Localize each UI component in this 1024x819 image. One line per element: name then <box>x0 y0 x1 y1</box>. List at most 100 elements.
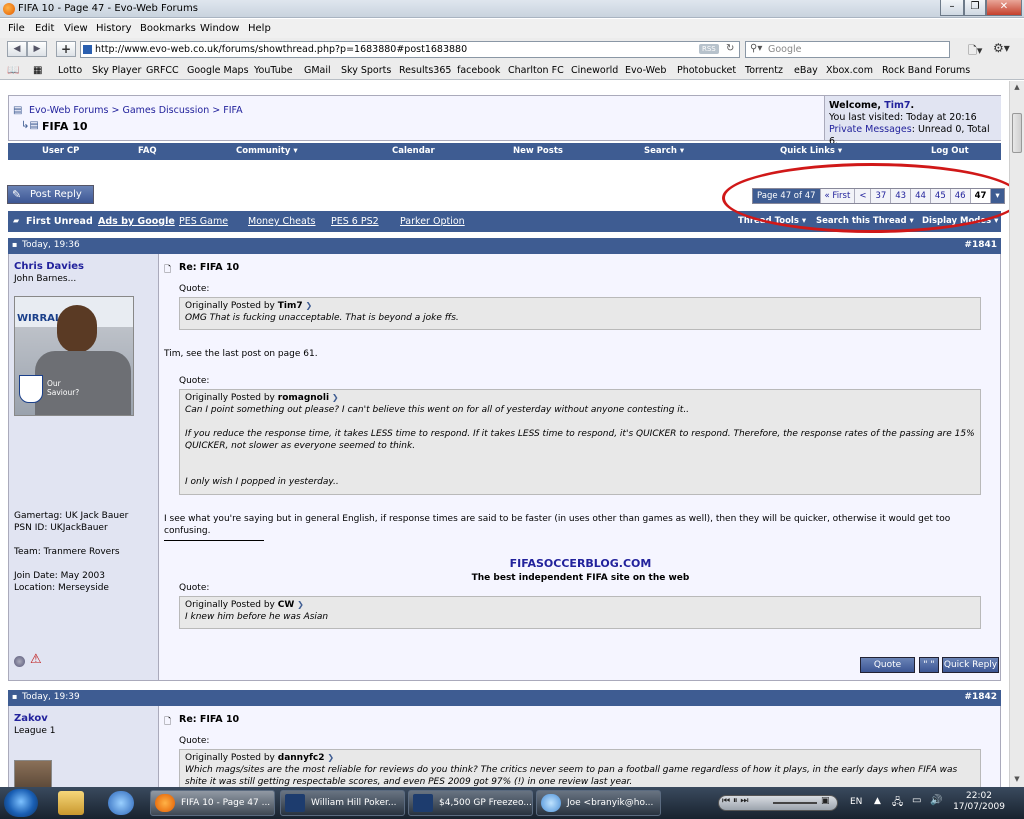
bookmark-item[interactable]: facebook <box>457 65 500 76</box>
ads-by-google[interactable]: Ads by Google <box>98 216 175 227</box>
welcome-user[interactable]: Tim7 <box>884 100 910 111</box>
thread-arrow-icon: ↳▤ <box>21 120 39 131</box>
minimize-button[interactable]: – <box>940 0 964 16</box>
bookmark-item[interactable]: Cineworld <box>571 65 618 76</box>
bookmark-item[interactable]: Xbox.com <box>826 65 873 76</box>
taskbar-task[interactable]: William Hill Poker... <box>280 790 405 816</box>
vertical-scrollbar[interactable]: ▲ ▼ <box>1009 81 1024 787</box>
private-messages-link[interactable]: Private Messages <box>829 124 912 135</box>
search-input[interactable]: ⚲▾ Google <box>745 41 950 58</box>
bookmarks-grid-icon[interactable]: ▦ <box>33 65 42 76</box>
red-annotation-circle <box>722 163 1009 233</box>
tray-monitor-icon[interactable]: ▭ <box>912 795 921 806</box>
nav-quick-links[interactable]: Quick Links ▾ <box>780 146 842 156</box>
view-post-icon[interactable]: ❯ <box>332 393 339 402</box>
bookmark-item[interactable]: Photobucket <box>677 65 736 76</box>
bookmark-item[interactable]: Sky Player <box>92 65 141 76</box>
scroll-up-icon[interactable]: ▲ <box>1012 83 1022 91</box>
system-clock[interactable]: 22:02 17/07/2009 <box>940 791 1018 813</box>
report-post-icon[interactable]: ⚠ <box>30 652 42 667</box>
taskbar-task[interactable]: $4,500 GP Freezeo... <box>408 790 533 816</box>
first-unread-link[interactable]: First Unread <box>26 216 93 227</box>
view-post-icon[interactable]: ❯ <box>327 753 334 762</box>
bookmark-item[interactable]: Results365 <box>399 65 451 76</box>
new-tab-button[interactable]: + <box>56 41 76 57</box>
nav-community[interactable]: Community ▾ <box>236 146 298 156</box>
nav-new-posts[interactable]: New Posts <box>513 146 563 156</box>
bookmark-item[interactable]: Evo-Web <box>625 65 666 76</box>
menu-view[interactable]: View <box>64 23 88 34</box>
breadcrumb[interactable]: Evo-Web Forums > Games Discussion > FIFA <box>29 105 243 116</box>
post-author[interactable]: Zakov <box>14 713 48 724</box>
nav-search[interactable]: Search ▾ <box>644 146 684 156</box>
messenger-icon <box>541 794 561 812</box>
tray-expand-icon[interactable]: ▲ <box>874 796 881 806</box>
rss-icon[interactable]: RSS <box>699 44 719 54</box>
scroll-down-icon[interactable]: ▼ <box>1012 775 1022 783</box>
page-icon[interactable]: 🗋▾ <box>968 42 982 61</box>
tray-network-icon[interactable]: 🖧 <box>892 795 903 812</box>
scroll-thumb[interactable] <box>1012 113 1022 153</box>
post-number[interactable]: #1842 <box>964 692 997 702</box>
bookmark-item[interactable]: GRFCC <box>146 65 179 76</box>
bookmarks-book-icon[interactable]: 📖 <box>7 65 19 76</box>
welcome-box: Welcome, Tim7. You last visited: Today a… <box>824 96 1001 147</box>
close-button[interactable]: ✕ <box>986 0 1022 16</box>
nav-user-cp[interactable]: User CP <box>42 146 79 156</box>
explorer-icon[interactable] <box>58 791 84 815</box>
menu-bookmarks[interactable]: Bookmarks <box>140 23 196 34</box>
quote-text: I only wish I popped in yesterday.. <box>185 477 339 487</box>
media-player-icon[interactable] <box>108 791 134 815</box>
menu-help[interactable]: Help <box>248 23 271 34</box>
bookmark-item[interactable]: YouTube <box>254 65 293 76</box>
quote-label: Quote: <box>179 284 210 294</box>
start-button[interactable] <box>4 789 38 817</box>
back-button[interactable]: ◀ <box>7 41 27 57</box>
multi-quote-button[interactable]: " " <box>919 657 939 673</box>
menu-history[interactable]: History <box>96 23 132 34</box>
nav-calendar[interactable]: Calendar <box>392 146 435 156</box>
media-prev-icon[interactable]: ⏮ ⏸ ⏭ <box>722 796 748 806</box>
quick-reply-button[interactable]: Quick Reply <box>942 657 999 673</box>
avatar: WIRRAL Our Saviour? <box>14 296 134 416</box>
post-reply-button[interactable]: ✎ Post Reply <box>7 185 94 204</box>
volume-slider[interactable] <box>773 802 817 804</box>
post-author[interactable]: Chris Davies <box>14 261 84 272</box>
media-window-icon[interactable]: ▣ <box>821 796 830 806</box>
gear-icon[interactable]: ⚙▾ <box>993 41 1010 55</box>
maximize-button[interactable]: ❐ <box>964 0 986 16</box>
task-label: FIFA 10 - Page 47 ... <box>181 798 271 808</box>
ad-link[interactable]: Money Cheats <box>248 216 316 227</box>
taskbar-task[interactable]: Joe <branyik@ho... <box>536 790 661 816</box>
search-placeholder: Google <box>768 44 802 55</box>
view-post-icon[interactable]: ❯ <box>297 600 304 609</box>
bookmark-item[interactable]: Torrentz <box>745 65 783 76</box>
post-status-icon: ▪ <box>12 240 18 249</box>
media-controls[interactable]: ⏮ ⏸ ⏭ ▣ <box>718 795 838 811</box>
bookmark-item[interactable]: Google Maps <box>187 65 249 76</box>
reload-icon[interactable]: ↻ <box>726 43 734 54</box>
taskbar-task[interactable]: FIFA 10 - Page 47 ... <box>150 790 275 816</box>
bookmark-item[interactable]: Lotto <box>58 65 82 76</box>
ad-link[interactable]: Parker Option <box>400 216 465 227</box>
bookmark-item[interactable]: Rock Band Forums <box>882 65 970 76</box>
forward-button[interactable]: ▶ <box>27 41 47 57</box>
address-bar[interactable]: http://www.evo-web.co.uk/forums/showthre… <box>80 41 740 58</box>
bookmark-item[interactable]: eBay <box>794 65 818 76</box>
menu-edit[interactable]: Edit <box>35 23 54 34</box>
bookmark-item[interactable]: Charlton FC <box>508 65 564 76</box>
view-post-icon[interactable]: ❯ <box>306 301 313 310</box>
ad-link[interactable]: PES 6 PS2 <box>331 216 379 227</box>
nav-faq[interactable]: FAQ <box>138 146 157 156</box>
language-indicator[interactable]: EN <box>850 797 862 807</box>
signature-title[interactable]: FIFASOCCERBLOG.COM <box>159 557 1002 570</box>
bookmark-item[interactable]: GMail <box>304 65 331 76</box>
bookmark-item[interactable]: Sky Sports <box>341 65 391 76</box>
post-number[interactable]: #1841 <box>964 240 997 250</box>
menu-file[interactable]: File <box>8 23 25 34</box>
firefox-icon <box>3 3 15 15</box>
ad-link[interactable]: PES Game <box>179 216 228 227</box>
menu-window[interactable]: Window <box>200 23 239 34</box>
quote-button[interactable]: Quote <box>860 657 915 673</box>
nav-log-out[interactable]: Log Out <box>931 146 969 156</box>
